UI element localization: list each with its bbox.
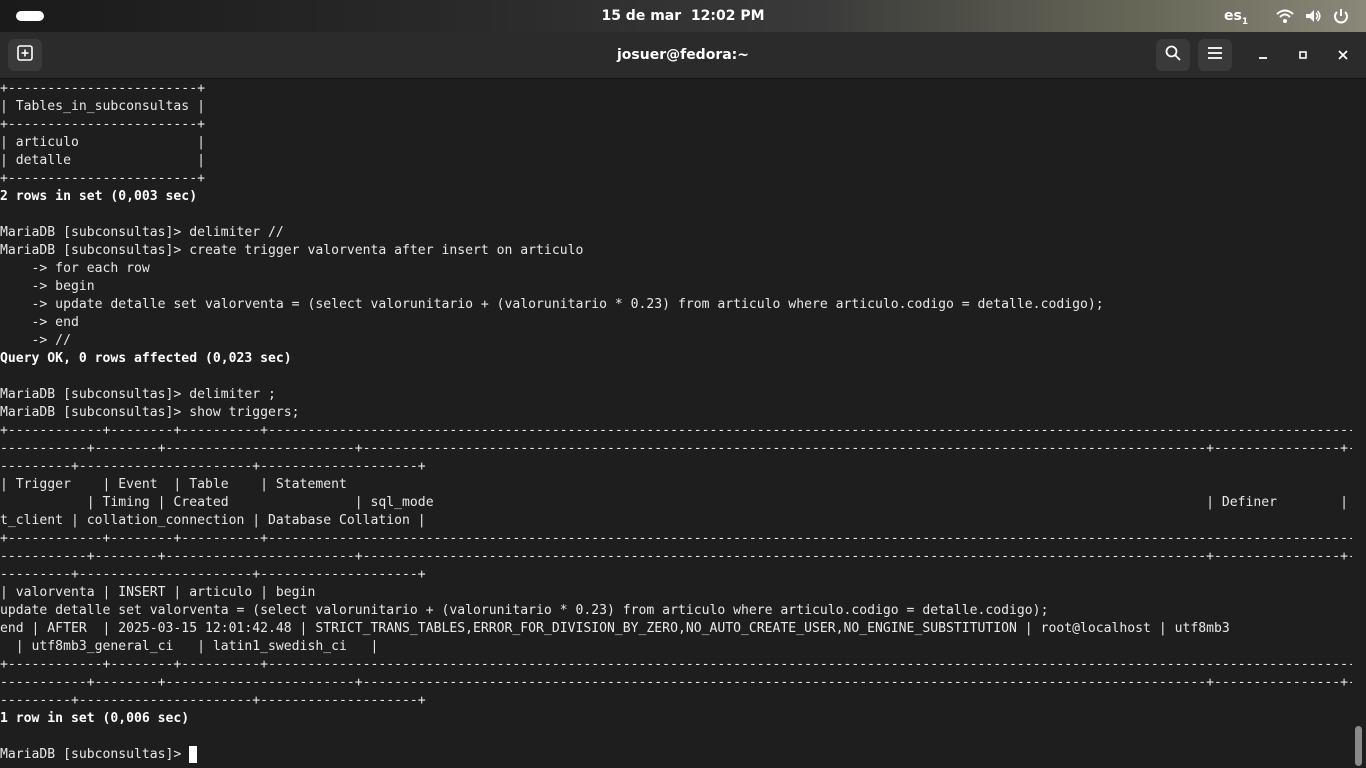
- terminal-line: -----------+--------+-------------------…: [0, 441, 1352, 456]
- keyboard-layout-index: 1: [1241, 16, 1249, 27]
- terminal-line: | Trigger | Event | Table | Statement: [0, 477, 347, 492]
- close-button[interactable]: [1331, 43, 1355, 67]
- terminal-line: -> begin: [0, 279, 95, 294]
- wifi-icon: [1276, 7, 1294, 25]
- clock-date: 15 de mar: [601, 8, 682, 24]
- volume-icon: [1304, 7, 1322, 25]
- terminal-line: -> end: [0, 315, 79, 330]
- system-top-bar: 15 de mar 12:02 PM es1: [0, 0, 1366, 32]
- terminal-line: | utf8mb3_general_ci | latin1_swedish_ci…: [0, 639, 379, 654]
- terminal-line: MariaDB [subconsultas]> delimiter //: [0, 225, 284, 240]
- clock-time: 12:02 PM: [690, 8, 765, 24]
- terminal-header-bar: josuer@fedora:~: [0, 32, 1366, 79]
- close-icon: [1337, 46, 1349, 65]
- terminal-line: 1 row in set (0,006 sec): [0, 711, 190, 726]
- terminal-line: MariaDB [subconsultas]> delimiter ;: [0, 387, 276, 402]
- window-title-text: josuer@fedora:~: [616, 47, 750, 63]
- hamburger-menu-icon: [1206, 44, 1224, 66]
- terminal-line: -> //: [0, 333, 71, 348]
- keyboard-layout-indicator[interactable]: es1: [1224, 0, 1248, 32]
- terminal-line: -----------+--------+-------------------…: [0, 549, 1352, 564]
- new-tab-button[interactable]: [8, 39, 42, 71]
- terminal-line: ---------+----------------------+-------…: [0, 567, 426, 582]
- menu-button[interactable]: [1198, 39, 1232, 71]
- terminal-line: +------------------------+: [0, 171, 205, 186]
- maximize-button[interactable]: [1291, 43, 1315, 67]
- terminal-line: +------------------------+: [0, 81, 205, 96]
- terminal-line: | detalle |: [0, 153, 205, 168]
- terminal-line: | Tables_in_subconsultas |: [0, 99, 205, 114]
- terminal-line: -> update detalle set valorventa = (sele…: [0, 297, 1104, 312]
- terminal-line: +------------------------+: [0, 117, 205, 132]
- terminal-line: | Timing | Created | sql_mode | Definer …: [0, 495, 1352, 510]
- terminal-cursor: [189, 746, 198, 763]
- terminal-output[interactable]: +------------------------+ | Tables_in_su…: [0, 80, 1352, 768]
- new-tab-icon: [16, 44, 34, 66]
- terminal-line: +------------+--------+----------+------…: [0, 531, 1352, 546]
- search-button[interactable]: [1156, 39, 1190, 71]
- search-icon: [1164, 44, 1182, 66]
- terminal-line: update detalle set valorventa = (select …: [0, 603, 1049, 618]
- terminal-line: +------------+--------+----------+------…: [0, 657, 1352, 672]
- system-status-area[interactable]: [1276, 7, 1350, 25]
- terminal-line: 2 rows in set (0,003 sec): [0, 189, 198, 204]
- terminal-line: ---------+----------------------+-------…: [0, 693, 426, 708]
- terminal-prompt-line[interactable]: MariaDB [subconsultas]>: [0, 746, 1352, 764]
- terminal-line: +------------+--------+----------+------…: [0, 423, 1352, 438]
- terminal-line: MariaDB [subconsultas]> create trigger v…: [0, 243, 584, 258]
- terminal-line: end | AFTER | 2025-03-15 12:01:42.48 | S…: [0, 621, 1230, 636]
- terminal-line: -> for each row: [0, 261, 150, 276]
- terminal-line: t_client | collation_connection | Databa…: [0, 513, 426, 528]
- maximize-icon: [1297, 46, 1309, 65]
- terminal-line: MariaDB [subconsultas]> show triggers;: [0, 405, 300, 420]
- terminal-scrollbar[interactable]: [1355, 726, 1362, 766]
- minimize-icon: [1257, 46, 1269, 65]
- terminal-line: | valorventa | INSERT | articulo | begin: [0, 585, 316, 600]
- terminal-line: Query OK, 0 rows affected (0,023 sec): [0, 351, 292, 366]
- clock: 15 de mar 12:02 PM: [0, 0, 1366, 32]
- terminal-line: ---------+----------------------+-------…: [0, 459, 426, 474]
- power-icon: [1332, 7, 1350, 25]
- activities-button[interactable]: [16, 11, 44, 21]
- terminal-prompt: MariaDB [subconsultas]>: [0, 747, 190, 762]
- keyboard-layout-label: es: [1224, 8, 1242, 24]
- terminal-line: -----------+--------+-------------------…: [0, 675, 1352, 690]
- terminal-line: | articulo |: [0, 135, 205, 150]
- minimize-button[interactable]: [1251, 43, 1275, 67]
- clock-button[interactable]: 15 de mar 12:02 PM: [601, 0, 764, 32]
